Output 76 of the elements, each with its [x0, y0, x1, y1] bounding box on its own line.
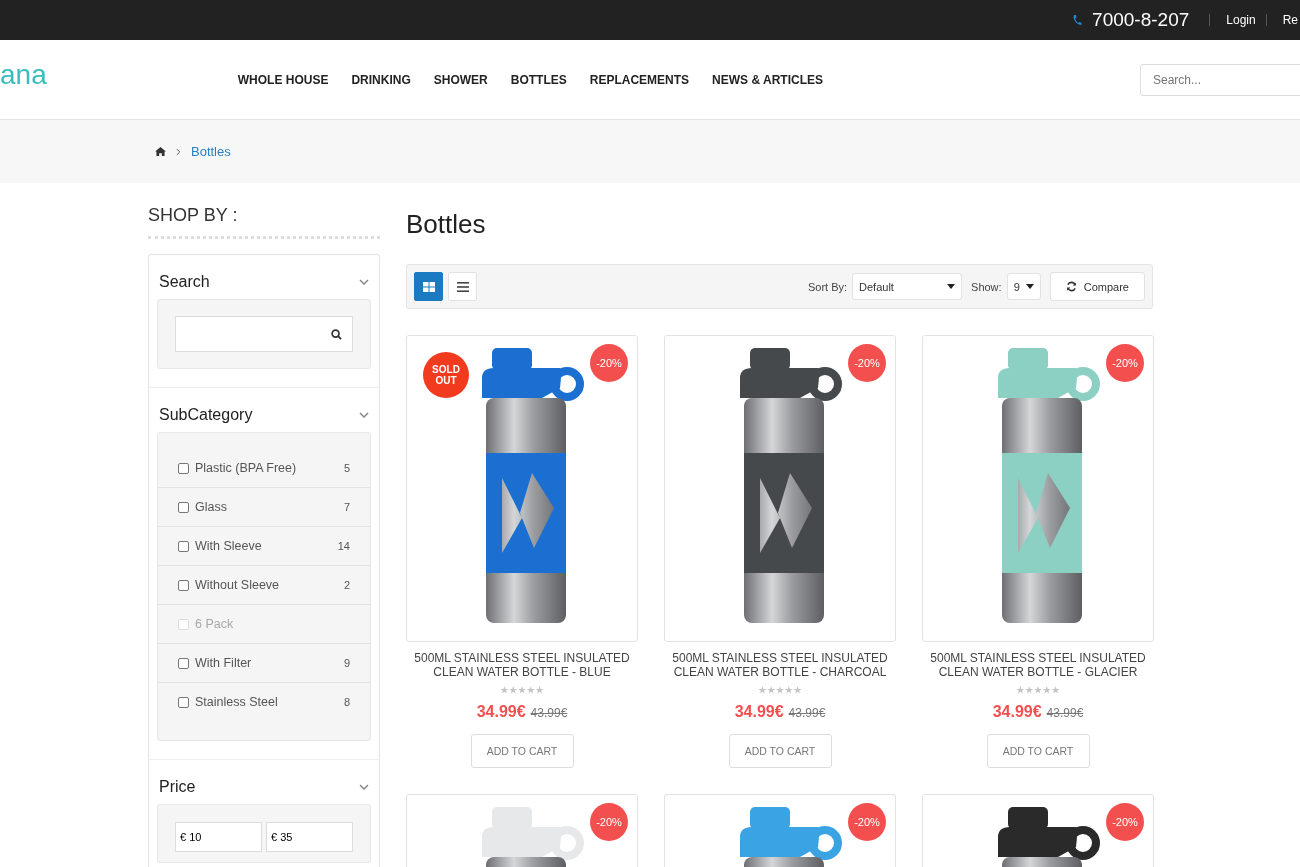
search-icon[interactable]	[331, 328, 342, 340]
sort-dropdown[interactable]: Default	[852, 273, 963, 300]
old-price: 43.99€	[788, 706, 826, 720]
add-to-cart-button[interactable]: ADD TO CART	[470, 734, 574, 768]
phone-icon	[1072, 14, 1083, 26]
discount-badge: -20%	[1106, 803, 1144, 841]
filter-option[interactable]: With Filter	[195, 656, 344, 670]
search-field[interactable]	[175, 316, 353, 352]
home-icon[interactable]	[155, 147, 166, 156]
sold-out-badge: SOLD OUT	[423, 352, 469, 398]
add-to-cart-button[interactable]: ADD TO CART	[986, 734, 1090, 768]
checkbox[interactable]	[178, 657, 189, 669]
nav-link[interactable]: DRINKING	[351, 72, 411, 87]
filter-title: Search	[159, 273, 210, 291]
product-card[interactable]: SOLD OUT -20%	[406, 335, 638, 642]
discount-badge: -20%	[590, 344, 628, 382]
option-count: 8	[343, 696, 350, 708]
sale-price: 34.99€	[734, 703, 784, 721]
checkbox[interactable]	[178, 501, 189, 513]
old-price: 43.99€	[530, 706, 568, 720]
account-link[interactable]: Login	[1226, 13, 1256, 27]
sort-label: Sort By:	[807, 280, 848, 293]
chevron-down-icon[interactable]	[359, 279, 369, 285]
filter-title: SubCategory	[159, 406, 253, 424]
caret-icon	[1025, 284, 1034, 289]
sidebar-title: SHOP BY :	[148, 205, 380, 239]
caret-icon	[947, 284, 956, 289]
discount-badge: -20%	[848, 344, 886, 382]
show-dropdown[interactable]: 9	[1006, 273, 1041, 300]
filter-option[interactable]: Glass	[195, 500, 344, 514]
nav-link[interactable]: BOTTLES	[510, 72, 567, 87]
add-to-cart-button[interactable]: ADD TO CART	[728, 734, 832, 768]
checkbox[interactable]	[178, 462, 189, 474]
list-view-button[interactable]	[448, 272, 477, 301]
product-title[interactable]: 500ML STAINLESS STEEL INSULATED CLEAN WATER BOTTLE - GLACIER	[922, 651, 1154, 679]
old-price: 43.99€	[1046, 706, 1084, 720]
checkbox[interactable]	[178, 540, 189, 552]
filter-option[interactable]: With Sleeve	[195, 539, 338, 553]
filter-option[interactable]: Plastic (BPA Free)	[195, 461, 344, 475]
show-label: Show:	[971, 280, 1002, 293]
phone-number: 7000-8-207	[1092, 9, 1190, 31]
chevron-down-icon[interactable]	[359, 784, 369, 790]
chevron-right-icon	[176, 147, 181, 156]
nav-link[interactable]: REPLACEMENTS	[589, 72, 690, 87]
search-field[interactable]: Search...	[1140, 63, 1300, 96]
option-count: 9	[343, 657, 350, 669]
nav-link[interactable]: WHOLE HOUSE	[237, 72, 329, 87]
chevron-down-icon[interactable]	[359, 412, 369, 418]
nav-link[interactable]: NEWS & ARTICLES	[712, 72, 823, 87]
discount-badge: -20%	[590, 803, 628, 841]
refresh-icon	[1065, 281, 1077, 292]
account-link[interactable]: Re	[1282, 13, 1298, 27]
product-title[interactable]: 500ML STAINLESS STEEL INSULATED CLEAN WATER BOTTLE - BLUE	[406, 651, 638, 679]
page-title: Bottles	[406, 209, 487, 240]
sale-price: 34.99€	[476, 703, 526, 721]
price-max-field[interactable]: € 35	[266, 822, 353, 852]
option-count: 7	[343, 501, 350, 513]
discount-badge: -20%	[1106, 344, 1144, 382]
product-title[interactable]: 500ML STAINLESS STEEL INSULATED CLEAN WATER BOTTLE - CHARCOAL	[664, 651, 896, 679]
grid-view-button[interactable]	[414, 272, 443, 301]
compare-button[interactable]: Compare	[1049, 272, 1145, 301]
option-count: 14	[337, 540, 350, 552]
filter-title: Price	[159, 778, 196, 796]
breadcrumb-link[interactable]: Bottles	[191, 144, 231, 159]
filter-option[interactable]: Without Sleeve	[195, 578, 344, 592]
nav-link[interactable]: SHOWER	[433, 72, 488, 87]
option-count: 2	[343, 579, 350, 591]
checkbox[interactable]	[178, 696, 189, 708]
menu-icon	[456, 281, 469, 292]
price-min-field[interactable]: € 10	[175, 822, 262, 852]
checkbox[interactable]	[178, 579, 189, 591]
option-count: 5	[343, 462, 350, 474]
grid-icon	[422, 281, 435, 292]
sale-price: 34.99€	[992, 703, 1042, 721]
discount-badge: -20%	[848, 803, 886, 841]
filter-option[interactable]: Stainless Steel	[195, 695, 344, 709]
